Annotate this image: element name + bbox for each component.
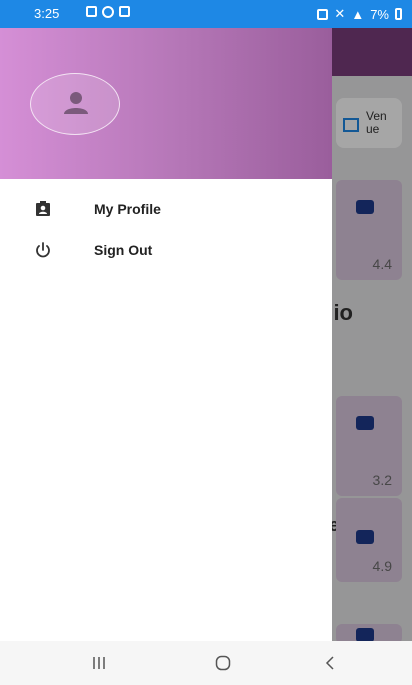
gallery-notification-icon (86, 6, 97, 17)
recents-button[interactable] (79, 651, 119, 675)
system-nav-bar (0, 641, 412, 685)
alarm-icon (317, 8, 329, 20)
status-time: 3:25 (34, 6, 60, 21)
battery-percent: 7% (370, 6, 389, 22)
person-icon (64, 92, 88, 114)
whatsapp-notification-icon (102, 6, 114, 18)
status-bar: 3:25 ✕ ▲ 7% (0, 0, 412, 28)
status-left-icons (86, 6, 130, 18)
drawer-item-sign-out[interactable]: Sign Out (0, 232, 332, 270)
profile-badge-icon (36, 201, 50, 216)
back-button[interactable] (310, 651, 350, 675)
navigation-drawer: My Profile Sign Out (0, 28, 332, 645)
battery-icon (395, 8, 402, 20)
home-nav-icon (215, 655, 231, 671)
recents-icon (93, 657, 105, 669)
lock-notification-icon (119, 6, 130, 17)
drawer-item-my-profile[interactable]: My Profile (0, 191, 332, 229)
status-right-icons: ✕ ▲ 7% (317, 6, 402, 22)
home-button[interactable] (203, 651, 243, 675)
avatar[interactable] (30, 73, 120, 135)
drawer-item-label: Sign Out (94, 242, 153, 258)
signal-icon: ▲ (351, 6, 365, 22)
drawer-item-label: My Profile (94, 201, 161, 217)
drawer-header (0, 28, 332, 179)
back-icon (325, 656, 334, 670)
power-icon (36, 242, 50, 258)
mute-icon: ✕ (334, 6, 346, 21)
